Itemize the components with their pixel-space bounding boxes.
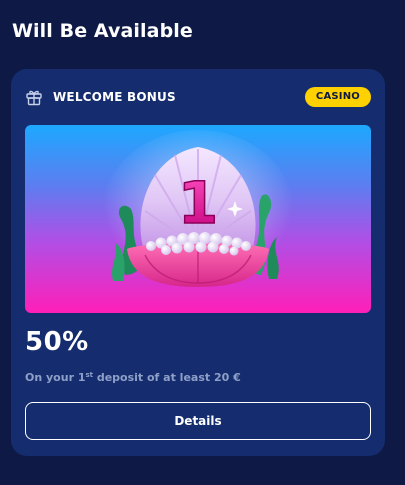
section-title: Will Be Available [12, 20, 193, 42]
casino-badge: CASINO [304, 87, 371, 107]
bonus-banner: 1 [25, 125, 371, 313]
bonus-label: WELCOME BONUS [53, 90, 176, 104]
ordinal-suffix: st [85, 371, 93, 379]
description-text-start: On your 1 [25, 371, 86, 384]
card-header: WELCOME BONUS CASINO [25, 87, 371, 109]
bonus-card: WELCOME BONUS CASINO 1 50% On your 1st d… [11, 69, 385, 456]
gift-icon [26, 90, 42, 106]
bonus-amount: 50% [25, 327, 89, 357]
page: Will Be Available WELCOME BONUS CASINO 1… [0, 0, 405, 485]
pearl-shell-illustration: 1 [103, 130, 293, 290]
bonus-number: 1 [178, 169, 218, 237]
details-button[interactable]: Details [25, 402, 371, 440]
description-text-end: deposit of at least 20 € [93, 371, 241, 384]
bonus-description: On your 1st deposit of at least 20 € [25, 371, 241, 384]
